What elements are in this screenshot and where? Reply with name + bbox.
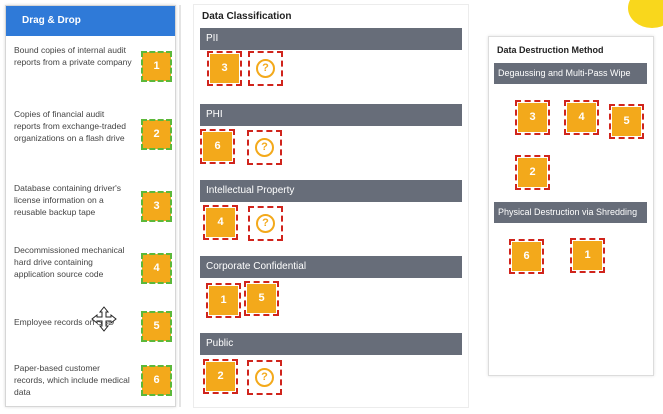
- degauss-tile-4[interactable]: 2: [515, 155, 550, 190]
- drag-drop-header: Drag & Drop: [6, 6, 175, 36]
- drag-item-3: Database containing driver's license inf…: [12, 182, 172, 232]
- question-icon: ?: [255, 138, 274, 157]
- ip-tile[interactable]: 4: [203, 205, 238, 240]
- question-icon: ?: [256, 59, 275, 78]
- drag-item-6: Paper-based customer records, which incl…: [12, 362, 172, 402]
- destruction-title: Data Destruction Method: [497, 45, 604, 55]
- highlight-dot: [628, 0, 663, 28]
- move-cursor-icon: [91, 306, 117, 332]
- drag-item-2: Copies of financial audit reports from e…: [12, 108, 172, 168]
- category-ip-bar: Intellectual Property: [200, 180, 462, 202]
- confidential-tile-1[interactable]: 1: [206, 283, 241, 318]
- drag-tile-1[interactable]: 1: [141, 51, 172, 82]
- drag-source-panel: Drag & Drop Bound copies of internal aud…: [5, 5, 176, 407]
- drag-item-4: Decommissioned mechanical hard drive con…: [12, 244, 172, 294]
- panel-divider: [179, 5, 181, 407]
- drag-item-text: Copies of financial audit reports from e…: [14, 109, 126, 143]
- drag-item-text: Bound copies of internal audit reports f…: [14, 45, 132, 67]
- degauss-tile-3[interactable]: 5: [609, 104, 644, 139]
- public-drop-target[interactable]: ?: [247, 360, 282, 395]
- shred-tile-1[interactable]: 6: [509, 239, 544, 274]
- drag-item-text: Database containing driver's license inf…: [14, 183, 121, 217]
- question-icon: ?: [255, 368, 274, 387]
- drag-tile-4[interactable]: 4: [141, 253, 172, 284]
- drag-tile-3[interactable]: 3: [141, 191, 172, 222]
- phi-drop-target[interactable]: ?: [247, 130, 282, 165]
- drag-tile-5[interactable]: 5: [141, 311, 172, 342]
- drag-item-1: Bound copies of internal audit reports f…: [12, 44, 172, 94]
- phi-tile[interactable]: 6: [200, 129, 235, 164]
- degauss-bar: Degaussing and Multi-Pass Wipe: [494, 63, 647, 84]
- shred-bar: Physical Destruction via Shredding: [494, 202, 647, 223]
- question-icon: ?: [256, 214, 275, 233]
- category-public-bar: Public: [200, 333, 462, 355]
- category-phi-bar: PHI: [200, 104, 462, 126]
- pii-tile[interactable]: 3: [207, 51, 242, 86]
- confidential-tile-2[interactable]: 5: [244, 281, 279, 316]
- ip-drop-target[interactable]: ?: [248, 206, 283, 241]
- shred-tile-2[interactable]: 1: [570, 238, 605, 273]
- classification-title: Data Classification: [202, 11, 292, 22]
- category-confidential-bar: Corporate Confidential: [200, 256, 462, 278]
- category-pii-bar: PII: [200, 28, 462, 50]
- drag-item-text: Decommissioned mechanical hard drive con…: [14, 245, 125, 279]
- pii-drop-target[interactable]: ?: [248, 51, 283, 86]
- drag-item-text: Paper-based customer records, which incl…: [14, 363, 130, 397]
- degauss-tile-1[interactable]: 3: [515, 100, 550, 135]
- degauss-tile-2[interactable]: 4: [564, 100, 599, 135]
- drag-tile-2[interactable]: 2: [141, 119, 172, 150]
- drag-tile-6[interactable]: 6: [141, 365, 172, 396]
- public-tile[interactable]: 2: [203, 359, 238, 394]
